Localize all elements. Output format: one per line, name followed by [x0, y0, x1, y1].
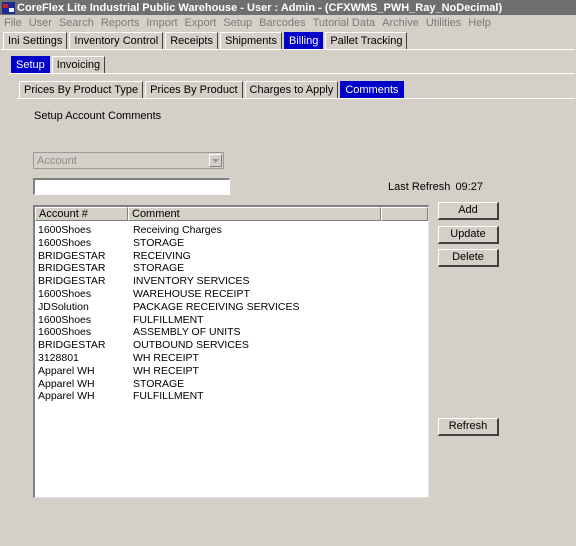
menu-barcodes[interactable]: Barcodes	[255, 17, 308, 29]
cell-account: 1600Shoes	[38, 224, 92, 236]
menu-setup[interactable]: Setup	[219, 17, 255, 29]
cell-comment: STORAGE	[133, 236, 185, 249]
tab-comments[interactable]: Comments	[340, 81, 404, 98]
cell-comment: FULFILLMENT	[133, 390, 204, 403]
main-tab-divider	[1, 49, 575, 50]
comments-grid[interactable]: Account # Comment 1600Shoes Receiving Cha…	[33, 205, 429, 498]
add-button[interactable]: Add	[438, 202, 499, 220]
account-combo-value: Account	[37, 154, 77, 167]
table-row[interactable]: BRIDGESTAR INVENTORY SERVICES	[35, 275, 428, 288]
sub-tab-bar: Setup Invoicing	[11, 56, 107, 73]
cell-account: BRIDGESTAR	[38, 275, 106, 288]
inner-tab-bar: Prices By Product Type Prices By Product…	[19, 81, 406, 98]
cell-account: 3128801	[38, 351, 79, 364]
menu-export[interactable]: Export	[181, 17, 220, 29]
menu-user[interactable]: User	[25, 17, 55, 29]
tab-prices-by-product-type[interactable]: Prices By Product Type	[19, 81, 144, 98]
table-row[interactable]: BRIDGESTAR STORAGE	[35, 262, 428, 275]
tab-receipts[interactable]: Receipts	[165, 32, 218, 49]
tab-prices-by-product[interactable]: Prices By Product	[145, 81, 243, 98]
delete-button[interactable]: Delete	[438, 249, 499, 267]
tab-invoicing[interactable]: Invoicing	[51, 56, 106, 73]
refresh-button[interactable]: Refresh	[438, 418, 499, 436]
table-row[interactable]: 1600Shoes ASSEMBLY OF UNITS	[35, 326, 428, 339]
tab-inventory-control[interactable]: Inventory Control	[69, 32, 164, 49]
tab-shipments[interactable]: Shipments	[219, 32, 282, 49]
account-combo: Account	[33, 152, 224, 169]
cell-account: 1600Shoes	[38, 236, 92, 249]
section-title: Setup Account Comments	[34, 110, 162, 122]
cell-comment: STORAGE	[133, 262, 185, 275]
table-row[interactable]: 1600Shoes WAREHOUSE RECEIPT	[35, 288, 428, 301]
cell-comment: Receiving Charges	[133, 224, 222, 236]
cell-comment: WAREHOUSE RECEIPT	[133, 287, 250, 300]
title-bar: CoreFlex Lite Industrial Public Warehous…	[0, 0, 576, 15]
cell-comment: WH RECEIPT	[133, 364, 199, 377]
cell-comment: ASSEMBLY OF UNITS	[133, 326, 241, 339]
table-row[interactable]: BRIDGESTAR RECEIVING	[35, 250, 428, 263]
cell-comment: OUTBOUND SERVICES	[133, 339, 249, 352]
tab-billing[interactable]: Billing	[283, 32, 324, 49]
table-row[interactable]: Apparel WH FULFILLMENT	[35, 390, 428, 403]
last-refresh: Last Refresh 09:27	[388, 181, 483, 193]
inner-tab-divider	[17, 98, 575, 99]
tab-charges-to-apply[interactable]: Charges to Apply	[244, 81, 339, 98]
grid-rows: 1600Shoes Receiving Charges 1600Shoes STOR…	[35, 224, 428, 403]
menu-bar: File User Search Reports Import Export S…	[0, 15, 576, 30]
cell-comment: STORAGE	[133, 377, 185, 390]
table-row[interactable]: 1600Shoes STORAGE	[35, 237, 428, 250]
cell-comment: PACKAGE RECEIVING SERVICES	[133, 300, 300, 313]
table-row[interactable]: 1600Shoes Receiving Charges	[35, 224, 428, 237]
menu-archive[interactable]: Archive	[378, 17, 422, 29]
menu-utilities[interactable]: Utilities	[422, 17, 464, 29]
comment-search-input[interactable]	[33, 178, 230, 195]
cell-account: Apparel WH	[38, 377, 95, 390]
main-tab-bar: Ini Settings Inventory Control Receipts …	[3, 32, 409, 49]
tab-pallet-tracking[interactable]: Pallet Tracking	[325, 32, 408, 49]
table-row[interactable]: Apparel WH WH RECEIPT	[35, 365, 428, 378]
last-refresh-label: Last Refresh	[388, 181, 451, 193]
table-row[interactable]: JDSolution PACKAGE RECEIVING SERVICES	[35, 301, 428, 314]
menu-import[interactable]: Import	[142, 17, 180, 29]
cell-account: Apparel WH	[38, 364, 95, 377]
cell-account: JDSolution	[38, 300, 89, 313]
table-row[interactable]: BRIDGESTAR OUTBOUND SERVICES	[35, 339, 428, 352]
cell-account: Apparel WH	[38, 390, 95, 403]
cell-account: 1600Shoes	[38, 326, 92, 339]
last-refresh-time: 09:27	[455, 181, 483, 193]
cell-account: BRIDGESTAR	[38, 339, 106, 352]
cell-account: BRIDGESTAR	[38, 249, 106, 262]
grid-header: Account # Comment	[35, 207, 428, 221]
tab-setup[interactable]: Setup	[11, 56, 50, 73]
menu-reports[interactable]: Reports	[97, 17, 143, 29]
chevron-down-icon	[209, 154, 222, 167]
cell-account: 1600Shoes	[38, 287, 92, 300]
menu-tutorial-data[interactable]: Tutorial Data	[309, 17, 379, 29]
sub-tab-divider	[9, 73, 575, 74]
table-row[interactable]: Apparel WH STORAGE	[35, 378, 428, 391]
table-row[interactable]: 1600Shoes FULFILLMENT	[35, 314, 428, 327]
menu-help[interactable]: Help	[464, 17, 494, 29]
column-header-account[interactable]: Account #	[35, 207, 128, 221]
cell-account: BRIDGESTAR	[38, 262, 106, 275]
cell-comment: FULFILLMENT	[133, 313, 204, 326]
column-header-comment[interactable]: Comment	[128, 207, 381, 221]
column-header-spacer	[381, 207, 428, 221]
update-button[interactable]: Update	[438, 226, 499, 244]
cell-account: 1600Shoes	[38, 313, 92, 326]
app-icon	[2, 1, 15, 14]
menu-search[interactable]: Search	[55, 17, 97, 29]
cell-comment: RECEIVING	[133, 249, 191, 262]
table-row[interactable]: 3128801 WH RECEIPT	[35, 352, 428, 365]
cell-comment: INVENTORY SERVICES	[133, 275, 250, 288]
menu-file[interactable]: File	[0, 17, 25, 29]
cell-comment: WH RECEIPT	[133, 351, 199, 364]
window-title: CoreFlex Lite Industrial Public Warehous…	[17, 1, 503, 14]
tab-ini-settings[interactable]: Ini Settings	[3, 32, 68, 49]
